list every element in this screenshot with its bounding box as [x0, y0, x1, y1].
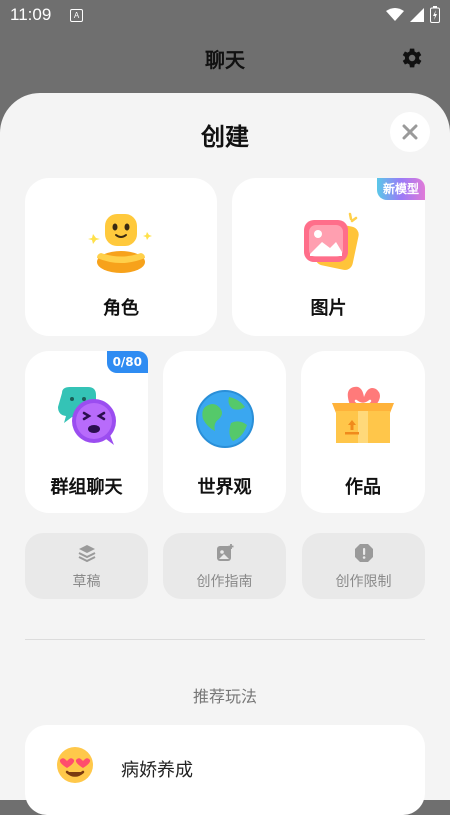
creation-limits-label: 创作限制 — [335, 574, 392, 590]
creation-guide-label: 创作指南 — [196, 574, 253, 590]
works-card[interactable]: 作品 — [301, 351, 425, 513]
image-card[interactable]: 新模型 图片 — [232, 178, 425, 336]
image-card-label: 图片 — [310, 298, 347, 319]
create-sheet: 创建 角色 新模型 图片 0/80 群组聊天 世界观 作品 草稿 创作指南 创作… — [0, 93, 450, 815]
worldview-card-label: 世界观 — [197, 477, 252, 498]
close-icon — [402, 124, 418, 140]
new-model-badge: 新模型 — [376, 178, 425, 200]
warning-icon — [354, 544, 373, 562]
section-divider — [25, 639, 425, 640]
group-count-badge: 0/80 — [106, 351, 148, 373]
chat-header: 聊天 — [0, 30, 450, 90]
recommend-item-label: 病娇养成 — [121, 760, 193, 781]
recommend-item[interactable]: 病娇养成 — [25, 725, 425, 815]
image-gallery-icon — [303, 212, 359, 270]
worldview-card[interactable]: 世界观 — [163, 351, 286, 513]
notification-icon: A — [70, 9, 83, 22]
layers-icon — [78, 545, 95, 563]
drafts-button[interactable]: 草稿 — [25, 533, 148, 599]
settings-gear-icon[interactable] — [398, 45, 424, 71]
status-icons — [386, 6, 440, 23]
status-time: 11:09 — [10, 5, 52, 24]
globe-icon — [195, 390, 254, 448]
heart-eyes-emoji-icon — [57, 747, 93, 783]
guide-image-icon — [216, 544, 233, 561]
signal-icon — [410, 7, 424, 22]
battery-icon — [430, 6, 440, 23]
creation-limits-button[interactable]: 创作限制 — [302, 533, 425, 599]
works-card-label: 作品 — [345, 477, 381, 498]
wifi-icon — [386, 7, 404, 21]
group-chat-bubbles-icon — [57, 387, 116, 445]
group-chat-card-label: 群组聊天 — [50, 477, 123, 498]
drafts-label: 草稿 — [72, 574, 101, 590]
recommend-section-title: 推荐玩法 — [192, 687, 257, 706]
group-chat-card[interactable]: 0/80 群组聊天 — [25, 351, 148, 513]
gift-box-icon — [332, 386, 394, 443]
close-button[interactable] — [390, 112, 430, 152]
creation-guide-button[interactable]: 创作指南 — [163, 533, 286, 599]
role-character-icon — [88, 214, 152, 273]
sheet-title: 创建 — [201, 123, 249, 151]
status-bar: 11:09 A — [0, 0, 450, 30]
role-card[interactable]: 角色 — [25, 178, 217, 336]
role-card-label: 角色 — [103, 298, 139, 319]
page-title: 聊天 — [205, 48, 245, 72]
